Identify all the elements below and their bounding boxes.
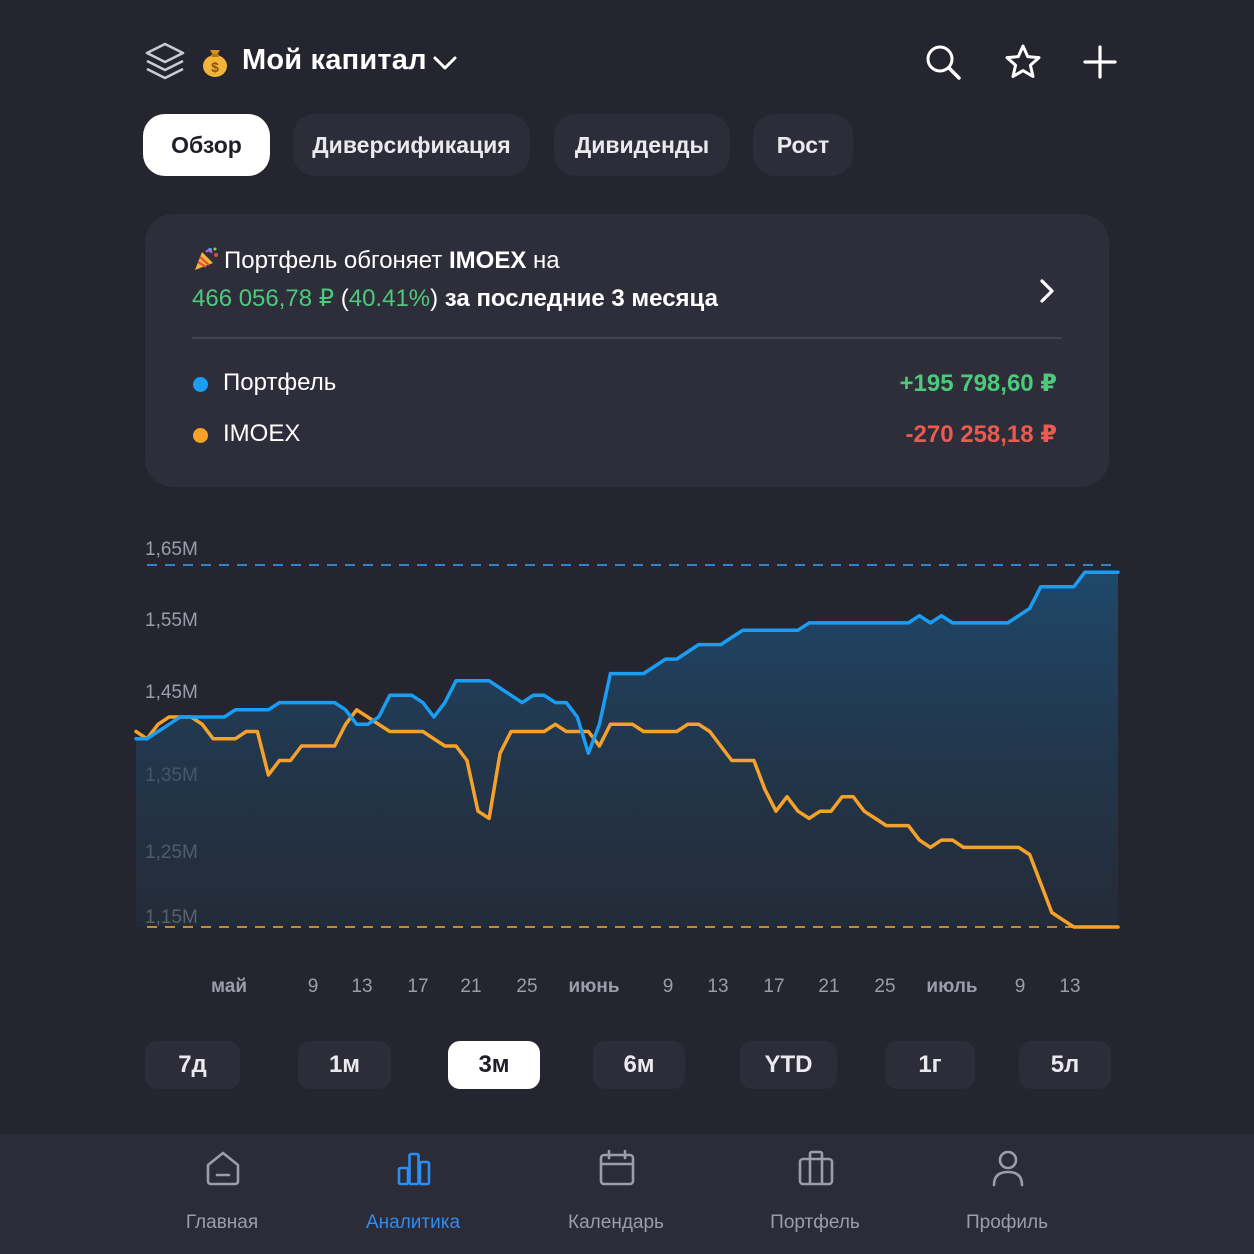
- headline-suffix: на: [526, 247, 560, 274]
- party-popper-icon: [195, 247, 218, 270]
- legend-dot-portfolio: [193, 377, 208, 392]
- briefcase-icon: [798, 1150, 834, 1186]
- tab-diversification[interactable]: Диверсификация: [293, 114, 530, 176]
- tab-overview[interactable]: Обзор: [143, 114, 270, 176]
- x-tick-label: июнь: [568, 976, 619, 997]
- period-5y[interactable]: 5л: [1019, 1041, 1111, 1089]
- legend-value-portfolio: +195 798,60 ₽: [899, 370, 1058, 397]
- x-tick-label: 17: [763, 976, 784, 997]
- y-tick-label: 1,45M: [145, 682, 198, 703]
- period-1m[interactable]: 1м: [298, 1041, 391, 1089]
- performance-chart[interactable]: 1,65M1,55M1,45M1,35M1,25M1,15M май913172…: [0, 500, 1254, 1020]
- bar-chart-icon: [397, 1152, 431, 1186]
- nav-home-label: Главная: [185, 1212, 259, 1233]
- period-selector: 7д 1м 3м 6м YTD 1г 5л: [0, 1041, 1254, 1089]
- nav-calendar-label: Календарь: [568, 1212, 664, 1233]
- headline-prefix: Портфель обгоняет: [224, 247, 450, 274]
- y-tick-label: 1,55M: [145, 610, 198, 631]
- chevron-right-icon[interactable]: [1033, 276, 1061, 306]
- card-divider: [192, 337, 1062, 339]
- home-icon: [206, 1151, 240, 1186]
- money-bag-icon: $: [203, 50, 227, 77]
- x-tick-label: 25: [874, 976, 895, 997]
- x-tick-label: 9: [308, 976, 319, 997]
- layers-icon[interactable]: [143, 40, 187, 84]
- period-1y[interactable]: 1г: [885, 1041, 975, 1089]
- nav-analytics-label: Аналитика: [365, 1212, 461, 1233]
- calendar-icon: [599, 1149, 635, 1186]
- x-tick-label: май: [211, 976, 247, 997]
- legend-name-portfolio: Портфель: [223, 369, 337, 396]
- headline-index: IMOEX: [449, 247, 527, 274]
- x-tick-label: 17: [407, 976, 428, 997]
- chart-canvas[interactable]: 1,65M1,55M1,45M1,35M1,25M1,15M май913172…: [0, 500, 1254, 1020]
- legend-dot-imoex: [193, 428, 208, 443]
- comparison-headline: Портфель обгоняет IMOEX на: [192, 246, 560, 275]
- legend-row-portfolio: Портфель +195 798,60 ₽: [192, 369, 1057, 399]
- comparison-detail: 466 056,78 ₽ (40.41%) за последние 3 мес…: [192, 284, 718, 313]
- page-title[interactable]: Мой капитал: [242, 44, 427, 77]
- period-7d[interactable]: 7д: [145, 1041, 240, 1089]
- chevron-down-icon[interactable]: [432, 50, 458, 76]
- search-icon[interactable]: [923, 42, 963, 82]
- x-tick-label: 9: [663, 976, 674, 997]
- period-ytd[interactable]: YTD: [740, 1041, 837, 1089]
- legend-row-imoex: IMOEX -270 258,18 ₽: [192, 420, 1057, 450]
- y-tick-label: 1,65M: [145, 539, 198, 560]
- nav-analytics[interactable]: Аналитика: [338, 1148, 488, 1238]
- x-tick-label: июль: [926, 976, 977, 997]
- percent-close: ): [430, 285, 439, 312]
- outperformance-percent: 40.41%: [348, 285, 431, 312]
- nav-profile[interactable]: Профиль: [932, 1148, 1082, 1238]
- svg-text:$: $: [211, 59, 219, 75]
- x-tick-label: 9: [1015, 976, 1026, 997]
- nav-home[interactable]: Главная: [147, 1148, 297, 1238]
- tab-dividends[interactable]: Дивиденды: [554, 114, 730, 176]
- star-icon[interactable]: [1003, 42, 1043, 82]
- x-tick-label: 13: [707, 976, 728, 997]
- x-tick-label: 13: [1059, 976, 1080, 997]
- period-3m[interactable]: 3м: [448, 1041, 540, 1089]
- percent-open: (: [340, 285, 349, 312]
- plus-icon[interactable]: [1080, 42, 1120, 82]
- bottom-navigation: Главная Аналитика Календарь Портфель Про…: [0, 1134, 1254, 1254]
- portfolio-area: [136, 572, 1118, 927]
- user-icon: [992, 1150, 1024, 1187]
- period-6m[interactable]: 6м: [593, 1041, 685, 1089]
- x-tick-label: 13: [351, 976, 372, 997]
- x-tick-label: 21: [460, 976, 481, 997]
- legend-name-imoex: IMOEX: [223, 420, 301, 447]
- x-tick-label: 21: [818, 976, 839, 997]
- x-tick-label: 25: [516, 976, 537, 997]
- nav-portfolio[interactable]: Портфель: [740, 1148, 890, 1238]
- outperformance-amount: 466 056,78 ₽: [192, 285, 335, 312]
- tab-growth[interactable]: Рост: [753, 114, 853, 176]
- app-header: $ Мой капитал: [143, 38, 1118, 88]
- nav-profile-label: Профиль: [965, 1212, 1049, 1233]
- nav-calendar[interactable]: Календарь: [541, 1148, 691, 1238]
- legend-value-imoex: -270 258,18 ₽: [905, 421, 1057, 448]
- nav-portfolio-label: Портфель: [770, 1212, 860, 1233]
- comparison-card[interactable]: Портфель обгоняет IMOEX на 466 056,78 ₽ …: [145, 214, 1109, 487]
- period-text: за последние 3 месяца: [438, 285, 718, 312]
